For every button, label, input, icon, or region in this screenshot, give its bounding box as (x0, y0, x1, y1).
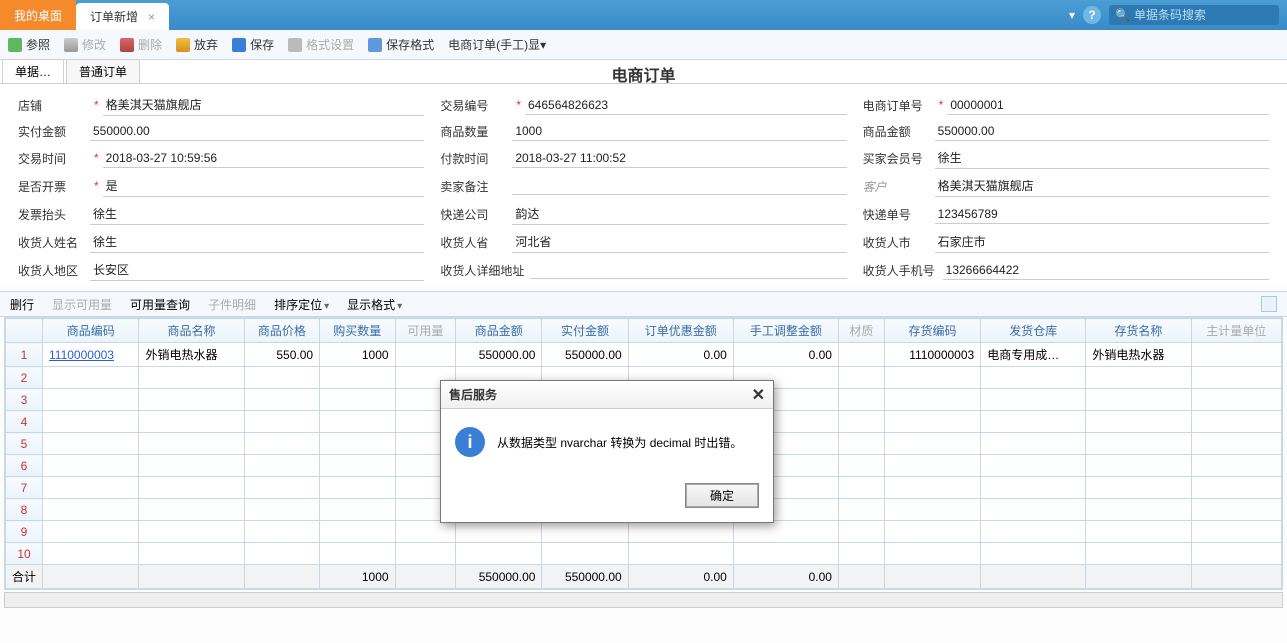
dialog-message: 从数据类型 nvarchar 转换为 decimal 时出错。 (497, 434, 742, 451)
error-dialog: 售后服务 ✕ i 从数据类型 nvarchar 转换为 decimal 时出错。… (440, 380, 774, 523)
close-icon[interactable]: ✕ (752, 385, 765, 405)
dialog-titlebar: 售后服务 ✕ (441, 381, 773, 409)
ok-button[interactable]: 确定 (685, 483, 759, 508)
info-icon: i (455, 427, 485, 457)
dialog-title: 售后服务 (449, 386, 497, 403)
modal-backdrop: 售后服务 ✕ i 从数据类型 nvarchar 转换为 decimal 时出错。… (0, 0, 1287, 643)
